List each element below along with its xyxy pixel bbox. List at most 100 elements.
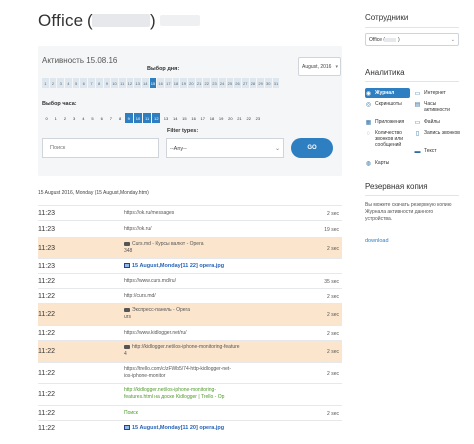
hour-option[interactable]: 4 <box>79 113 88 123</box>
nav-item-chat[interactable]: ◌ Количество звонков или сообщений <box>365 130 411 148</box>
hour-option[interactable]: 5 <box>88 113 97 123</box>
month-select[interactable]: August, 2016 ▾ <box>298 57 341 76</box>
day-option[interactable]: 7 <box>88 78 96 88</box>
nav-item-clock[interactable]: ▤ Часы активности <box>414 101 460 113</box>
day-option[interactable]: 17 <box>165 78 173 88</box>
employee-select[interactable]: Office ( ) ⌄ <box>365 33 459 46</box>
day-option[interactable]: 19 <box>180 78 189 88</box>
filter-types-label: Filter types: <box>167 128 199 134</box>
log-content[interactable]: https://www.kidlogger.net/ru/ <box>124 330 304 337</box>
nav-item-map-pin[interactable]: ◍ Карты <box>365 160 411 167</box>
clock-icon: ▤ <box>414 101 421 108</box>
day-option[interactable]: 1 <box>42 78 50 88</box>
day-option[interactable]: 16 <box>157 78 165 88</box>
hour-option[interactable]: 13 <box>161 113 170 123</box>
day-option[interactable]: 6 <box>80 78 89 88</box>
hour-picker-label: Выбор часа: <box>42 101 77 107</box>
day-option[interactable]: 3 <box>57 78 66 88</box>
day-option[interactable]: 2 <box>49 78 58 88</box>
hour-option[interactable]: 0 <box>42 113 51 123</box>
search-input[interactable] <box>42 138 159 158</box>
hour-option[interactable]: 7 <box>106 113 115 123</box>
hour-option[interactable]: 15 <box>180 113 189 123</box>
hour-option[interactable]: 3 <box>70 113 79 123</box>
hour-option[interactable]: 21 <box>235 113 244 123</box>
hour-option[interactable]: 6 <box>97 113 106 123</box>
download-link[interactable]: download <box>365 238 389 244</box>
log-row: 11:22 https://www.curs.md/ru/35 sec <box>38 273 342 288</box>
nav-item-text[interactable]: ▬ Текст <box>414 148 460 155</box>
nav-item-label: Интернет <box>424 90 446 96</box>
day-option[interactable]: 30 <box>264 78 273 88</box>
log-content[interactable]: https://ok.ru/messages <box>124 210 304 217</box>
hour-option[interactable]: 20 <box>226 113 235 123</box>
day-option[interactable]: 20 <box>188 78 196 88</box>
log-time: 11:23 <box>38 209 55 217</box>
nav-item-phone[interactable]: ▯ Запись звонков <box>414 130 460 137</box>
day-option[interactable]: 22 <box>203 78 212 88</box>
day-option[interactable]: 14 <box>141 78 150 88</box>
log-content[interactable]: 15 August,Monday[11 20] opera.jpg <box>124 425 304 432</box>
log-time: 11:23 <box>38 244 55 252</box>
hour-option[interactable]: 8 <box>116 113 125 123</box>
day-option[interactable]: 4 <box>65 78 73 88</box>
hour-option[interactable]: 11 <box>143 113 153 123</box>
hour-option[interactable]: 2 <box>60 113 69 123</box>
day-option[interactable]: 15 <box>149 78 158 88</box>
filter-type-select[interactable]: --Any-- ⌄ <box>166 138 284 158</box>
day-option[interactable]: 12 <box>126 78 135 88</box>
day-option[interactable]: 18 <box>172 78 181 88</box>
title-paren-close: ) <box>150 11 156 30</box>
day-option[interactable]: 10 <box>111 78 119 88</box>
employees-heading: Сотрудники <box>365 13 409 22</box>
nav-item-label: Файлы <box>424 119 440 125</box>
log-time: 11:22 <box>38 424 55 432</box>
log-text: http://curs.md/ <box>124 293 156 299</box>
hour-option[interactable]: 18 <box>207 113 216 123</box>
divider <box>365 81 459 82</box>
day-option[interactable]: 28 <box>249 78 258 88</box>
nav-item-files[interactable]: ▭ Файлы <box>414 119 460 126</box>
day-option[interactable]: 23 <box>211 78 219 88</box>
hour-option[interactable]: 19 <box>217 113 226 123</box>
hour-option[interactable]: 10 <box>133 113 144 123</box>
day-option[interactable]: 25 <box>226 78 235 88</box>
hour-option[interactable]: 12 <box>152 113 162 123</box>
day-option[interactable]: 31 <box>272 78 281 88</box>
log-row: 11:22 http://kidlogger.net/ios-iphone-mon… <box>38 340 342 362</box>
day-option[interactable]: 29 <box>257 78 265 88</box>
day-picker-label: Выбор дня: <box>147 66 180 72</box>
log-row: 11:22 https://www.kidlogger.net/ru/2 sec <box>38 325 342 340</box>
nav-item-journal[interactable]: ◉ Журнал <box>365 90 411 97</box>
day-option[interactable]: 9 <box>103 78 112 88</box>
log-content[interactable]: https://ok.ru/ <box>124 226 304 233</box>
nav-item-apps[interactable]: ▦ Приложения <box>365 119 411 126</box>
day-option[interactable]: 27 <box>241 78 250 88</box>
hour-option[interactable]: 1 <box>51 113 60 123</box>
nav-item-monitor[interactable]: ▭ Интернет <box>414 90 460 97</box>
day-option[interactable]: 24 <box>218 78 227 88</box>
day-option[interactable]: 8 <box>95 78 104 88</box>
monitor-icon: ▭ <box>414 90 421 97</box>
day-option[interactable]: 26 <box>234 78 242 88</box>
log-content[interactable]: 15 August,Monday[11 22] opera.jpg <box>124 263 304 270</box>
hour-option[interactable]: 9 <box>124 113 134 123</box>
hour-option[interactable]: 14 <box>171 113 180 123</box>
log-content[interactable]: https://trello.com/c/zFWb5/74-http-kidlo… <box>124 366 304 380</box>
nav-item-screenshot[interactable]: ◎ Скриншоты <box>365 101 411 108</box>
day-option[interactable]: 5 <box>72 78 81 88</box>
day-option[interactable]: 21 <box>195 78 204 88</box>
hour-option[interactable]: 23 <box>253 113 262 123</box>
log-content[interactable]: https://www.curs.md/ru/ <box>124 278 304 285</box>
hour-option[interactable]: 16 <box>189 113 198 123</box>
log-content[interactable]: http://curs.md/ <box>124 293 304 300</box>
log-text: Экспресс-панель - Opera <box>132 307 190 313</box>
go-button[interactable]: GO <box>291 138 333 158</box>
day-option[interactable]: 13 <box>134 78 142 88</box>
hour-option[interactable]: 17 <box>198 113 207 123</box>
month-select-value: August, 2016 <box>302 64 332 70</box>
day-option[interactable]: 11 <box>118 78 127 88</box>
nav-item-label: Текст <box>424 148 437 154</box>
apps-icon: ▦ <box>365 119 372 126</box>
hour-option[interactable]: 22 <box>244 113 253 123</box>
